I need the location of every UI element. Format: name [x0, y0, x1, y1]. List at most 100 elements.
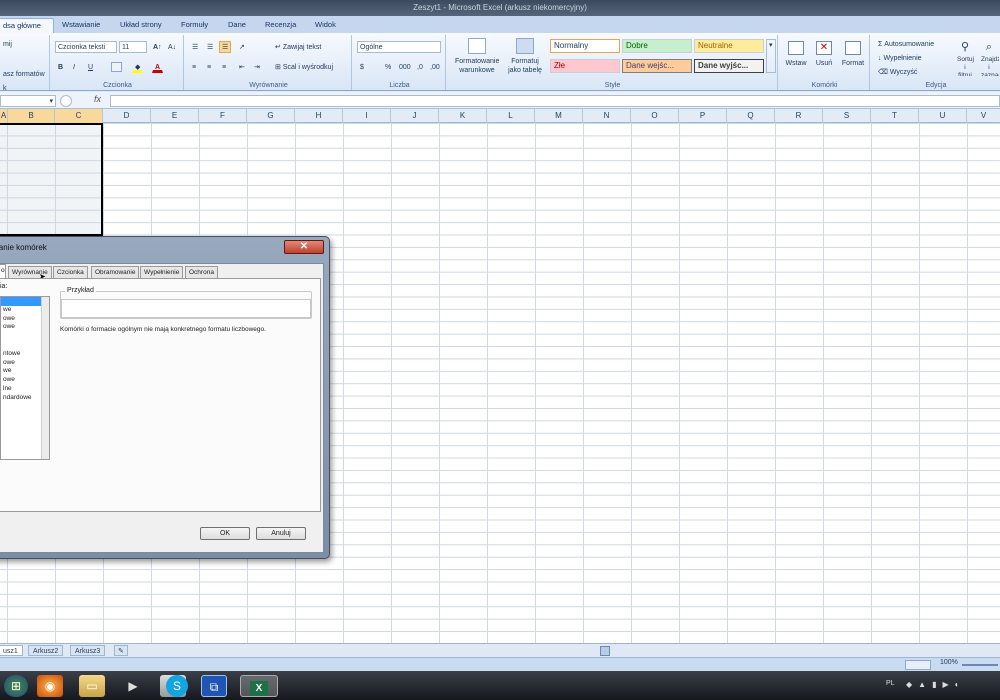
currency-button[interactable]: $: [357, 61, 367, 73]
tab-review[interactable]: Recenzja: [261, 18, 300, 33]
align-bottom-button[interactable]: ☰: [219, 41, 232, 53]
tab-formulas[interactable]: Formuły: [177, 18, 212, 33]
tray-icons[interactable]: ◆▲▮▶◐: [906, 680, 965, 689]
column-header-f[interactable]: F: [199, 109, 247, 123]
insert-cells-button[interactable]: Wstaw: [782, 37, 810, 77]
fx-icon[interactable]: fx: [94, 94, 101, 104]
comma-button[interactable]: 000: [396, 61, 414, 73]
delete-cells-button[interactable]: ✕ Usuń: [810, 37, 838, 77]
language-indicator[interactable]: PL: [886, 680, 895, 687]
zoom-level[interactable]: 100%: [940, 659, 958, 666]
formula-expand-icon[interactable]: [60, 95, 72, 107]
column-header-k[interactable]: K: [439, 109, 487, 123]
column-header-d[interactable]: D: [103, 109, 151, 123]
folder-icon[interactable]: ▭: [79, 675, 105, 697]
sheet-tab-3[interactable]: Arkusz3: [70, 645, 106, 656]
increase-indent-button[interactable]: ⇥: [251, 61, 263, 73]
clear-button[interactable]: ⌫ Wyczyść: [875, 66, 920, 78]
align-top-button[interactable]: ☰: [189, 41, 201, 53]
style-neutral[interactable]: Neutralne: [694, 39, 764, 53]
style-output[interactable]: Dane wyjśc...: [694, 59, 764, 73]
increase-decimal-button[interactable]: ,0: [414, 61, 426, 73]
font-color-button[interactable]: A: [152, 61, 164, 73]
conditional-formatting-button[interactable]: Formatowanie warunkowe: [452, 37, 502, 77]
font-size-select[interactable]: 11: [119, 41, 147, 53]
column-header-j[interactable]: J: [391, 109, 439, 123]
column-header-q[interactable]: Q: [727, 109, 775, 123]
wrap-text-button[interactable]: ↵ Zawijaj tekst: [272, 41, 324, 53]
tab-home[interactable]: dsa główne: [0, 18, 54, 33]
shrink-font-button[interactable]: A↓: [165, 41, 179, 53]
tab-page-layout[interactable]: Układ strony: [116, 18, 166, 33]
decrease-indent-button[interactable]: ⇤: [236, 61, 248, 73]
name-box[interactable]: ▾: [0, 95, 56, 107]
decrease-decimal-button[interactable]: ,00: [427, 61, 443, 73]
column-header-o[interactable]: O: [631, 109, 679, 123]
orientation-button[interactable]: ↗: [236, 41, 248, 53]
sheet-tab-1[interactable]: usz1: [0, 645, 23, 656]
tab-fill[interactable]: Wypełnienie: [140, 266, 184, 278]
column-header-e[interactable]: E: [151, 109, 199, 123]
column-header-n[interactable]: N: [583, 109, 631, 123]
align-right-button[interactable]: ≡: [219, 61, 229, 73]
column-header-s[interactable]: S: [823, 109, 871, 123]
borders-button[interactable]: [108, 61, 125, 73]
format-as-table-button[interactable]: Formatuj jako tabelę: [502, 37, 548, 77]
column-header-i[interactable]: I: [343, 109, 391, 123]
view-buttons[interactable]: [905, 660, 931, 670]
cancel-button[interactable]: Anuluj: [256, 527, 306, 540]
fill-color-button[interactable]: ◆: [132, 61, 144, 73]
fill-button[interactable]: ↓ Wypełnienie: [875, 52, 925, 64]
start-button[interactable]: ⊞: [4, 675, 28, 697]
remote-app-icon[interactable]: ⧉: [201, 675, 227, 697]
column-header-p[interactable]: P: [679, 109, 727, 123]
tab-view[interactable]: Widok: [311, 18, 340, 33]
tab-insert[interactable]: Wstawianie: [58, 18, 104, 33]
align-middle-button[interactable]: ☰: [204, 41, 216, 53]
style-bad[interactable]: Złe: [550, 59, 620, 73]
tab-border[interactable]: Obramowanie: [91, 266, 140, 278]
styles-more-button[interactable]: ▾: [766, 39, 776, 73]
sort-filter-button[interactable]: ⚲ Sortuj i filtruj: [954, 37, 976, 77]
underline-button[interactable]: U: [85, 61, 96, 73]
autosum-button[interactable]: Σ Autosumowanie: [875, 38, 937, 50]
italic-button[interactable]: I: [70, 61, 78, 73]
column-header-b[interactable]: B: [8, 109, 55, 123]
style-normal[interactable]: Normalny: [550, 39, 620, 53]
tab-data[interactable]: Dane: [224, 18, 250, 33]
align-left-button[interactable]: ≡: [189, 61, 199, 73]
font-name-select[interactable]: Czcionka teksti: [55, 41, 117, 53]
bold-button[interactable]: B: [55, 61, 66, 73]
media-player-icon[interactable]: ▶: [120, 675, 146, 697]
column-header-a[interactable]: A: [0, 109, 8, 123]
column-header-v[interactable]: V: [967, 109, 1000, 123]
column-header-c[interactable]: C: [55, 109, 103, 123]
column-header-m[interactable]: M: [535, 109, 583, 123]
merge-center-button[interactable]: ⊞ Scal i wyśrodkuj: [272, 61, 336, 73]
number-format-select[interactable]: Ogólne: [357, 41, 441, 53]
tab-protection[interactable]: Ochrona: [185, 266, 218, 278]
zoom-slider[interactable]: [962, 664, 998, 666]
name-box-dropdown-icon[interactable]: ▾: [49, 97, 53, 105]
column-header-t[interactable]: T: [871, 109, 919, 123]
excel-taskbar-icon[interactable]: X: [240, 675, 278, 697]
ok-button[interactable]: OK: [200, 527, 250, 540]
column-header-h[interactable]: H: [295, 109, 343, 123]
formula-input[interactable]: [110, 95, 1000, 107]
format-painter-button[interactable]: asz formatów: [0, 68, 48, 80]
column-header-g[interactable]: G: [247, 109, 295, 123]
tab-font[interactable]: Czcionka: [53, 266, 88, 278]
skype-icon[interactable]: S: [166, 675, 188, 697]
tab-number[interactable]: o: [0, 264, 6, 278]
style-input[interactable]: Dane wejśc...: [622, 59, 692, 73]
style-good[interactable]: Dobre: [622, 39, 692, 53]
close-icon[interactable]: ✕: [284, 240, 324, 254]
horizontal-scrollbar[interactable]: [0, 643, 1000, 657]
column-header-u[interactable]: U: [919, 109, 967, 123]
insert-sheet-icon[interactable]: ✎: [114, 645, 128, 656]
scroll-thumb[interactable]: [600, 646, 610, 656]
sheet-tab-2[interactable]: Arkusz2: [28, 645, 64, 656]
format-cells-button[interactable]: Format: [838, 37, 868, 77]
paste-special-button[interactable]: mij: [0, 38, 15, 50]
percent-button[interactable]: %: [382, 61, 394, 73]
